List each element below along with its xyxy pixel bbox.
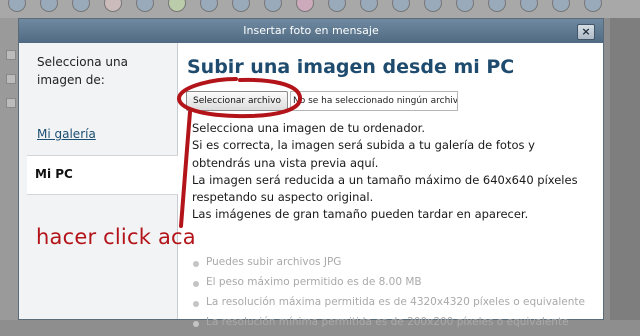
instruction-line: respetando su aspecto original. — [192, 190, 374, 205]
list-item: El peso máximo permitido es de 8.00 MB — [190, 276, 610, 296]
background-icon — [488, 0, 506, 12]
background-icon — [296, 0, 314, 12]
background-square-icon — [6, 50, 16, 60]
sidebar-heading: Selecciona una imagen de: — [37, 55, 128, 87]
choose-file-button[interactable]: Seleccionar archivo — [186, 91, 288, 111]
close-icon: × — [581, 25, 591, 38]
sidebar-item-my-pc[interactable]: Mi PC — [27, 155, 178, 195]
background-icon — [168, 0, 186, 12]
instruction-line: Las imágenes de gran tamaño pueden tarda… — [192, 207, 529, 222]
dialog-title: Insertar foto en mensaje — [243, 24, 379, 37]
instruction-line: Si es correcta, la imagen será subida a … — [192, 138, 535, 153]
background-right-panel — [610, 18, 640, 320]
upload-instructions: Selecciona una imagen de tu ordenador. S… — [192, 120, 592, 224]
background-icon — [328, 0, 346, 12]
insert-photo-dialog: Insertar foto en mensaje × Selecciona un… — [18, 18, 604, 328]
background-icon — [456, 0, 474, 12]
list-item: La resolución máxima permitida es de 432… — [190, 296, 610, 316]
background-icon — [72, 0, 90, 12]
background-icon — [520, 0, 538, 12]
background-icon — [424, 0, 442, 12]
background-icon — [392, 0, 410, 12]
background-square-icon — [6, 98, 16, 108]
background-icon — [136, 0, 154, 12]
instruction-line: La imagen será reducida a un tamaño máxi… — [192, 172, 578, 187]
list-item: La resolución mínima permitida es de 200… — [190, 316, 610, 336]
list-item: Puedes subir archivos JPG — [190, 256, 610, 276]
sidebar-item-gallery[interactable]: Mi galería — [37, 127, 96, 141]
background-icon — [552, 0, 570, 12]
background-icon — [40, 0, 58, 12]
close-button[interactable]: × — [577, 24, 595, 40]
background-icon — [232, 0, 250, 12]
background-icon — [360, 0, 378, 12]
background-icon — [104, 0, 122, 12]
background-square-icon — [6, 74, 16, 84]
background-icon — [200, 0, 218, 12]
instruction-line: obtendrás una vista previa aquí. — [192, 155, 379, 170]
file-status-field: No se ha seleccionado ningún archivo — [290, 91, 458, 111]
requirements-list: Puedes subir archivos JPG El peso máximo… — [190, 256, 610, 336]
background-icon — [584, 0, 602, 12]
background-icon — [264, 0, 282, 12]
background-icon — [8, 0, 26, 12]
upload-panel: Subir una imagen desde mi PC Seleccionar… — [178, 43, 603, 328]
sidebar-item-label: Mi PC — [35, 167, 73, 181]
source-sidebar: Selecciona una imagen de: Mi galería Mi … — [19, 43, 178, 319]
dialog-title-bar: Insertar foto en mensaje × — [19, 19, 603, 43]
page-title: Subir una imagen desde mi PC — [187, 56, 515, 78]
annotation-text: hacer click aca — [36, 225, 196, 249]
instruction-line: Selecciona una imagen de tu ordenador. — [192, 121, 425, 135]
background-left-panel — [0, 18, 18, 320]
background-toolbar — [0, 0, 640, 18]
